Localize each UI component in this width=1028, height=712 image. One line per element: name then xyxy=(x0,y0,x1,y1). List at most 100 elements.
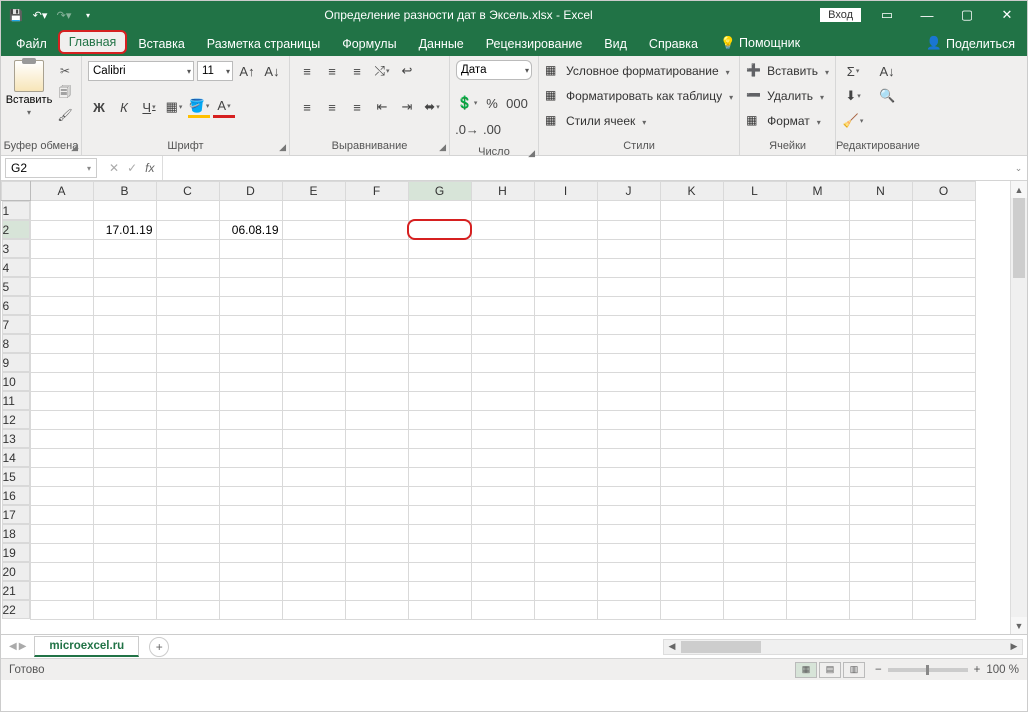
cell-C7[interactable] xyxy=(156,315,219,334)
column-header-A[interactable]: A xyxy=(30,182,93,201)
cell-J1[interactable] xyxy=(597,201,660,221)
cell-M16[interactable] xyxy=(786,486,849,505)
row-header-4[interactable]: 4 xyxy=(2,258,30,277)
cell-A15[interactable] xyxy=(30,467,93,486)
cell-G16[interactable] xyxy=(408,486,471,505)
paste-button[interactable]: Вставить ▾ xyxy=(7,60,51,117)
cell-G4[interactable] xyxy=(408,258,471,277)
borders-button[interactable]: ▦ xyxy=(163,96,185,118)
row-header-13[interactable]: 13 xyxy=(2,429,30,448)
cell-N12[interactable] xyxy=(849,410,912,429)
cell-I13[interactable] xyxy=(534,429,597,448)
cell-O19[interactable] xyxy=(912,543,975,562)
cell-H6[interactable] xyxy=(471,296,534,315)
cell-D22[interactable] xyxy=(219,600,282,619)
cell-D17[interactable] xyxy=(219,505,282,524)
fx-icon[interactable]: fx xyxy=(145,161,154,175)
cell-E10[interactable] xyxy=(282,372,345,391)
cell-A5[interactable] xyxy=(30,277,93,296)
decrease-font-icon[interactable]: A↓ xyxy=(261,60,283,82)
increase-font-icon[interactable]: A↑ xyxy=(236,60,258,82)
cell-I11[interactable] xyxy=(534,391,597,410)
cell-A20[interactable] xyxy=(30,562,93,581)
font-color-button[interactable]: A xyxy=(213,96,235,118)
cell-J8[interactable] xyxy=(597,334,660,353)
cell-B14[interactable] xyxy=(93,448,156,467)
cell-L13[interactable] xyxy=(723,429,786,448)
cell-F15[interactable] xyxy=(345,467,408,486)
cell-M13[interactable] xyxy=(786,429,849,448)
cell-B3[interactable] xyxy=(93,239,156,258)
insert-cells-button[interactable]: ➕Вставить xyxy=(746,60,829,82)
cell-G3[interactable] xyxy=(408,239,471,258)
cell-C20[interactable] xyxy=(156,562,219,581)
cell-M2[interactable] xyxy=(786,220,849,239)
cell-C15[interactable] xyxy=(156,467,219,486)
cell-C16[interactable] xyxy=(156,486,219,505)
cell-J5[interactable] xyxy=(597,277,660,296)
cell-L10[interactable] xyxy=(723,372,786,391)
cell-K16[interactable] xyxy=(660,486,723,505)
cell-L21[interactable] xyxy=(723,581,786,600)
cell-H19[interactable] xyxy=(471,543,534,562)
cell-G19[interactable] xyxy=(408,543,471,562)
cell-L12[interactable] xyxy=(723,410,786,429)
cell-F2[interactable] xyxy=(345,220,408,239)
cell-N8[interactable] xyxy=(849,334,912,353)
cell-A4[interactable] xyxy=(30,258,93,277)
cell-D6[interactable] xyxy=(219,296,282,315)
tab-formulas[interactable]: Формулы xyxy=(331,32,407,56)
cell-C19[interactable] xyxy=(156,543,219,562)
cell-J4[interactable] xyxy=(597,258,660,277)
cell-E20[interactable] xyxy=(282,562,345,581)
cell-F7[interactable] xyxy=(345,315,408,334)
cell-N7[interactable] xyxy=(849,315,912,334)
cell-C18[interactable] xyxy=(156,524,219,543)
cell-E7[interactable] xyxy=(282,315,345,334)
cell-I22[interactable] xyxy=(534,600,597,619)
row-header-7[interactable]: 7 xyxy=(2,315,30,334)
save-icon[interactable]: 💾 xyxy=(7,6,25,24)
cell-C6[interactable] xyxy=(156,296,219,315)
cell-N16[interactable] xyxy=(849,486,912,505)
align-left-icon[interactable]: ≡ xyxy=(296,96,318,118)
tab-page-layout[interactable]: Разметка страницы xyxy=(196,32,331,56)
cell-O16[interactable] xyxy=(912,486,975,505)
cell-K13[interactable] xyxy=(660,429,723,448)
cell-C3[interactable] xyxy=(156,239,219,258)
close-icon[interactable]: ✕ xyxy=(987,1,1027,29)
cell-M22[interactable] xyxy=(786,600,849,619)
cell-I7[interactable] xyxy=(534,315,597,334)
cell-A18[interactable] xyxy=(30,524,93,543)
column-header-F[interactable]: F xyxy=(345,182,408,201)
view-normal-icon[interactable]: ▦ xyxy=(795,662,817,678)
qat-customize-icon[interactable]: ▾ xyxy=(79,6,97,24)
cell-G12[interactable] xyxy=(408,410,471,429)
cell-G6[interactable] xyxy=(408,296,471,315)
cell-H21[interactable] xyxy=(471,581,534,600)
find-select-icon[interactable]: 🔍 xyxy=(876,85,898,107)
cell-B6[interactable] xyxy=(93,296,156,315)
cell-J6[interactable] xyxy=(597,296,660,315)
share-button[interactable]: 👤 Поделиться xyxy=(914,31,1027,56)
cell-H1[interactable] xyxy=(471,201,534,221)
row-header-21[interactable]: 21 xyxy=(2,581,30,600)
cell-C4[interactable] xyxy=(156,258,219,277)
zoom-slider[interactable] xyxy=(888,668,968,672)
cell-B5[interactable] xyxy=(93,277,156,296)
cell-L18[interactable] xyxy=(723,524,786,543)
cell-H20[interactable] xyxy=(471,562,534,581)
cell-L17[interactable] xyxy=(723,505,786,524)
cell-H8[interactable] xyxy=(471,334,534,353)
cell-D1[interactable] xyxy=(219,201,282,221)
row-header-2[interactable]: 2 xyxy=(2,220,30,239)
cell-M10[interactable] xyxy=(786,372,849,391)
comma-format-icon[interactable]: 000 xyxy=(506,92,528,114)
row-header-14[interactable]: 14 xyxy=(2,448,30,467)
cell-B9[interactable] xyxy=(93,353,156,372)
cell-E16[interactable] xyxy=(282,486,345,505)
cell-E13[interactable] xyxy=(282,429,345,448)
cell-M1[interactable] xyxy=(786,201,849,221)
cell-K17[interactable] xyxy=(660,505,723,524)
scroll-up-icon[interactable]: ▲ xyxy=(1011,181,1027,198)
